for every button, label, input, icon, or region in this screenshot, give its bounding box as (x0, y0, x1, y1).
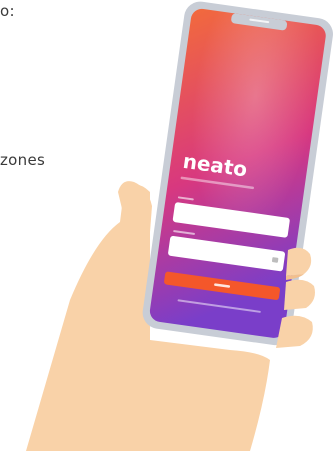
hand-holding-phone-illustration: neato (26, 1, 333, 451)
hand-finger-2 (284, 279, 315, 310)
illustration-canvas: o: zones neato (0, 0, 336, 451)
hand-finger-3 (276, 315, 313, 348)
hand-finger-1 (286, 247, 312, 276)
password-toggle-icon[interactable] (271, 257, 279, 263)
